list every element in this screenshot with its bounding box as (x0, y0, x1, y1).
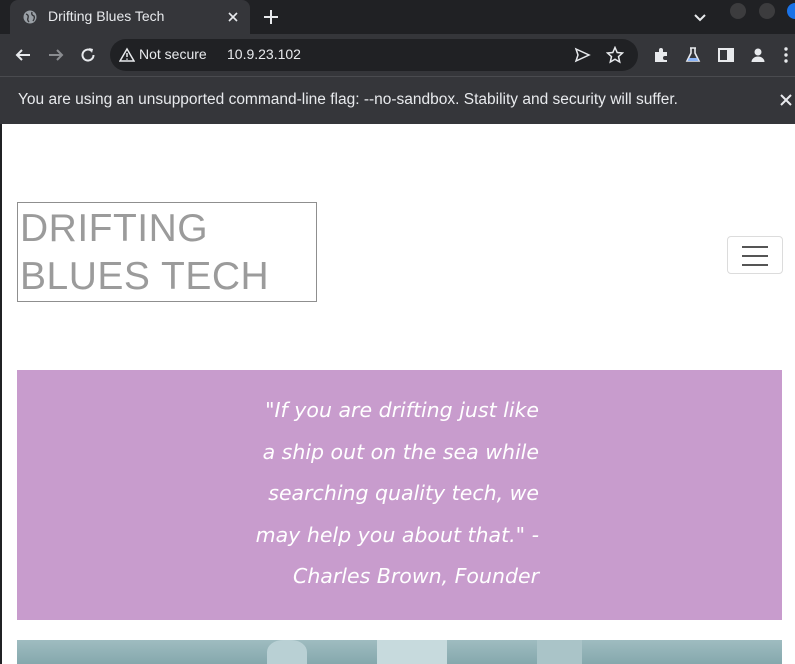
url-text[interactable]: 10.9.23.102 (227, 46, 301, 62)
bookmark-star-icon[interactable] (606, 46, 624, 64)
side-panel-icon[interactable] (717, 46, 735, 64)
menu-toggle-button[interactable] (727, 236, 783, 274)
address-bar[interactable]: Not secure 10.9.23.102 (110, 39, 638, 71)
hamburger-icon (742, 246, 768, 248)
image-detail (377, 640, 447, 664)
tab-title: Drifting Blues Tech (48, 8, 165, 24)
security-status[interactable]: Not secure (139, 46, 207, 62)
hero-image (17, 640, 782, 664)
founder-quote: "If you are drifting just like a ship ou… (255, 398, 539, 588)
image-detail (537, 640, 582, 664)
infobar-message: You are using an unsupported command-lin… (18, 91, 678, 108)
hamburger-line (742, 255, 768, 257)
warning-infobar: You are using an unsupported command-lin… (0, 76, 795, 124)
close-window-button[interactable] (787, 3, 795, 19)
profile-avatar-icon[interactable] (749, 46, 767, 64)
back-arrow-icon[interactable] (14, 46, 32, 64)
image-detail (267, 640, 307, 664)
reload-icon[interactable] (79, 46, 97, 64)
globe-icon (23, 10, 37, 24)
chevron-down-icon[interactable] (692, 9, 708, 25)
send-icon[interactable] (574, 47, 591, 63)
extensions-puzzle-icon[interactable] (652, 46, 670, 64)
site-logo[interactable]: DRIFTING BLUES TECH (17, 202, 317, 302)
close-icon[interactable] (779, 93, 793, 107)
maximize-button[interactable] (759, 3, 775, 19)
site-title: DRIFTING BLUES TECH (20, 207, 270, 298)
page-viewport: DRIFTING BLUES TECH "If you are drifting… (0, 124, 795, 664)
labs-flask-icon[interactable] (684, 46, 702, 64)
minimize-button[interactable] (730, 3, 746, 19)
new-tab-icon[interactable] (262, 8, 280, 26)
forward-arrow-icon[interactable] (47, 46, 65, 64)
hamburger-line (742, 264, 768, 266)
warning-icon (119, 47, 135, 62)
browser-toolbar: Not secure 10.9.23.102 (0, 34, 795, 76)
tab-strip: Drifting Blues Tech (0, 0, 795, 34)
more-menu-icon[interactable] (781, 46, 791, 64)
browser-tab[interactable]: Drifting Blues Tech (10, 0, 250, 34)
close-tab-icon[interactable] (226, 8, 240, 26)
quote-section: "If you are drifting just like a ship ou… (17, 370, 782, 620)
